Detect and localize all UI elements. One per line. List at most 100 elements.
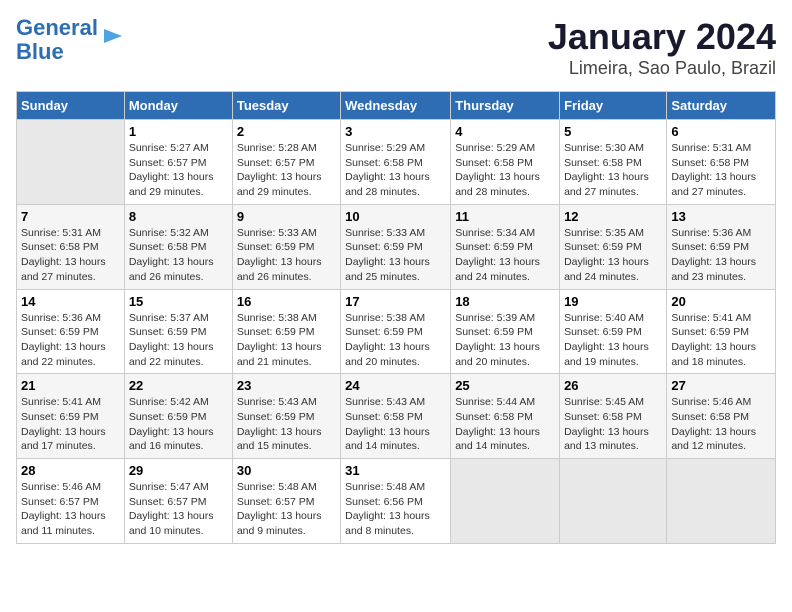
day-info: Sunrise: 5:34 AM Sunset: 6:59 PM Dayligh…: [455, 226, 555, 285]
day-number: 20: [671, 294, 771, 309]
calendar-cell: 27 Sunrise: 5:46 AM Sunset: 6:58 PM Dayli…: [667, 374, 776, 459]
day-info: Sunrise: 5:32 AM Sunset: 6:58 PM Dayligh…: [129, 226, 228, 285]
day-info: Sunrise: 5:29 AM Sunset: 6:58 PM Dayligh…: [345, 141, 446, 200]
calendar-cell: [17, 120, 125, 205]
calendar-cell: 12 Sunrise: 5:35 AM Sunset: 6:59 PM Dayli…: [560, 204, 667, 289]
calendar-cell: 31 Sunrise: 5:48 AM Sunset: 6:56 PM Dayli…: [341, 459, 451, 544]
day-number: 17: [345, 294, 446, 309]
day-info: Sunrise: 5:35 AM Sunset: 6:59 PM Dayligh…: [564, 226, 662, 285]
calendar-cell: 26Sunrise: 5:45 AM Sunset: 6:58 PM Dayli…: [560, 374, 667, 459]
day-number: 14: [21, 294, 120, 309]
calendar-header-friday: Friday: [560, 92, 667, 120]
day-info: Sunrise: 5:38 AM Sunset: 6:59 PM Dayligh…: [237, 311, 336, 370]
calendar-cell: [667, 459, 776, 544]
calendar-cell: 11 Sunrise: 5:34 AM Sunset: 6:59 PM Dayli…: [451, 204, 560, 289]
day-info: Sunrise: 5:33 AM Sunset: 6:59 PM Dayligh…: [237, 226, 336, 285]
calendar-cell: 23 Sunrise: 5:43 AM Sunset: 6:59 PM Dayli…: [232, 374, 340, 459]
calendar-cell: 16 Sunrise: 5:38 AM Sunset: 6:59 PM Dayli…: [232, 289, 340, 374]
day-number: 25: [455, 378, 555, 393]
calendar-header-thursday: Thursday: [451, 92, 560, 120]
calendar-cell: 28Sunrise: 5:46 AM Sunset: 6:57 PM Dayli…: [17, 459, 125, 544]
calendar-header-row: SundayMondayTuesdayWednesdayThursdayFrid…: [17, 92, 776, 120]
logo-arrow-icon: [102, 25, 124, 47]
day-number: 23: [237, 378, 336, 393]
calendar-cell: 30Sunrise: 5:48 AM Sunset: 6:57 PM Dayli…: [232, 459, 340, 544]
day-info: Sunrise: 5:40 AM Sunset: 6:59 PM Dayligh…: [564, 311, 662, 370]
calendar-cell: [560, 459, 667, 544]
day-info: Sunrise: 5:29 AM Sunset: 6:58 PM Dayligh…: [455, 141, 555, 200]
calendar-cell: 10 Sunrise: 5:33 AM Sunset: 6:59 PM Dayli…: [341, 204, 451, 289]
day-info: Sunrise: 5:37 AM Sunset: 6:59 PM Dayligh…: [129, 311, 228, 370]
calendar-header-wednesday: Wednesday: [341, 92, 451, 120]
day-number: 1: [129, 124, 228, 139]
day-info: Sunrise: 5:48 AM Sunset: 6:56 PM Dayligh…: [345, 480, 446, 539]
page-title: January 2024: [548, 16, 776, 58]
day-number: 16: [237, 294, 336, 309]
day-number: 11: [455, 209, 555, 224]
logo: GeneralBlue: [16, 16, 124, 64]
day-info: Sunrise: 5:46 AM Sunset: 6:57 PM Dayligh…: [21, 480, 120, 539]
calendar-cell: 13 Sunrise: 5:36 AM Sunset: 6:59 PM Dayli…: [667, 204, 776, 289]
day-info: Sunrise: 5:46 AM Sunset: 6:58 PM Dayligh…: [671, 395, 771, 454]
day-number: 18: [455, 294, 555, 309]
day-number: 6: [671, 124, 771, 139]
page-subtitle: Limeira, Sao Paulo, Brazil: [548, 58, 776, 79]
day-number: 13: [671, 209, 771, 224]
day-number: 4: [455, 124, 555, 139]
day-info: Sunrise: 5:27 AM Sunset: 6:57 PM Dayligh…: [129, 141, 228, 200]
day-info: Sunrise: 5:41 AM Sunset: 6:59 PM Dayligh…: [21, 395, 120, 454]
day-number: 3: [345, 124, 446, 139]
page-header: GeneralBlue January 2024 Limeira, Sao Pa…: [16, 16, 776, 79]
day-number: 30: [237, 463, 336, 478]
day-number: 7: [21, 209, 120, 224]
day-number: 22: [129, 378, 228, 393]
calendar-cell: 19 Sunrise: 5:40 AM Sunset: 6:59 PM Dayli…: [560, 289, 667, 374]
calendar-week-row: 14 Sunrise: 5:36 AM Sunset: 6:59 PM Dayli…: [17, 289, 776, 374]
calendar-header-saturday: Saturday: [667, 92, 776, 120]
calendar-week-row: 7Sunrise: 5:31 AM Sunset: 6:58 PM Daylig…: [17, 204, 776, 289]
day-number: 29: [129, 463, 228, 478]
day-number: 24: [345, 378, 446, 393]
day-info: Sunrise: 5:36 AM Sunset: 6:59 PM Dayligh…: [21, 311, 120, 370]
calendar-cell: 24Sunrise: 5:43 AM Sunset: 6:58 PM Dayli…: [341, 374, 451, 459]
day-number: 15: [129, 294, 228, 309]
calendar-week-row: 28Sunrise: 5:46 AM Sunset: 6:57 PM Dayli…: [17, 459, 776, 544]
calendar-cell: 7Sunrise: 5:31 AM Sunset: 6:58 PM Daylig…: [17, 204, 125, 289]
day-info: Sunrise: 5:38 AM Sunset: 6:59 PM Dayligh…: [345, 311, 446, 370]
day-info: Sunrise: 5:31 AM Sunset: 6:58 PM Dayligh…: [671, 141, 771, 200]
calendar-cell: 22 Sunrise: 5:42 AM Sunset: 6:59 PM Dayli…: [124, 374, 232, 459]
day-number: 21: [21, 378, 120, 393]
calendar-cell: 9Sunrise: 5:33 AM Sunset: 6:59 PM Daylig…: [232, 204, 340, 289]
title-block: January 2024 Limeira, Sao Paulo, Brazil: [548, 16, 776, 79]
day-number: 10: [345, 209, 446, 224]
calendar-cell: 17 Sunrise: 5:38 AM Sunset: 6:59 PM Dayli…: [341, 289, 451, 374]
day-info: Sunrise: 5:42 AM Sunset: 6:59 PM Dayligh…: [129, 395, 228, 454]
calendar-cell: 2Sunrise: 5:28 AM Sunset: 6:57 PM Daylig…: [232, 120, 340, 205]
day-info: Sunrise: 5:36 AM Sunset: 6:59 PM Dayligh…: [671, 226, 771, 285]
calendar-cell: 15 Sunrise: 5:37 AM Sunset: 6:59 PM Dayli…: [124, 289, 232, 374]
logo-text: GeneralBlue: [16, 16, 98, 64]
day-info: Sunrise: 5:41 AM Sunset: 6:59 PM Dayligh…: [671, 311, 771, 370]
calendar-cell: 18 Sunrise: 5:39 AM Sunset: 6:59 PM Dayli…: [451, 289, 560, 374]
day-number: 19: [564, 294, 662, 309]
day-info: Sunrise: 5:43 AM Sunset: 6:59 PM Dayligh…: [237, 395, 336, 454]
calendar-cell: 6 Sunrise: 5:31 AM Sunset: 6:58 PM Daylig…: [667, 120, 776, 205]
day-info: Sunrise: 5:28 AM Sunset: 6:57 PM Dayligh…: [237, 141, 336, 200]
calendar-table: SundayMondayTuesdayWednesdayThursdayFrid…: [16, 91, 776, 544]
day-info: Sunrise: 5:33 AM Sunset: 6:59 PM Dayligh…: [345, 226, 446, 285]
calendar-cell: 29Sunrise: 5:47 AM Sunset: 6:57 PM Dayli…: [124, 459, 232, 544]
calendar-cell: 25 Sunrise: 5:44 AM Sunset: 6:58 PM Dayli…: [451, 374, 560, 459]
calendar-cell: [451, 459, 560, 544]
calendar-cell: 5Sunrise: 5:30 AM Sunset: 6:58 PM Daylig…: [560, 120, 667, 205]
calendar-cell: 3 Sunrise: 5:29 AM Sunset: 6:58 PM Daylig…: [341, 120, 451, 205]
day-number: 12: [564, 209, 662, 224]
calendar-header-sunday: Sunday: [17, 92, 125, 120]
calendar-header-monday: Monday: [124, 92, 232, 120]
calendar-cell: 8Sunrise: 5:32 AM Sunset: 6:58 PM Daylig…: [124, 204, 232, 289]
calendar-cell: 20 Sunrise: 5:41 AM Sunset: 6:59 PM Dayli…: [667, 289, 776, 374]
day-number: 31: [345, 463, 446, 478]
day-info: Sunrise: 5:44 AM Sunset: 6:58 PM Dayligh…: [455, 395, 555, 454]
calendar-cell: 14 Sunrise: 5:36 AM Sunset: 6:59 PM Dayli…: [17, 289, 125, 374]
day-info: Sunrise: 5:39 AM Sunset: 6:59 PM Dayligh…: [455, 311, 555, 370]
day-number: 27: [671, 378, 771, 393]
